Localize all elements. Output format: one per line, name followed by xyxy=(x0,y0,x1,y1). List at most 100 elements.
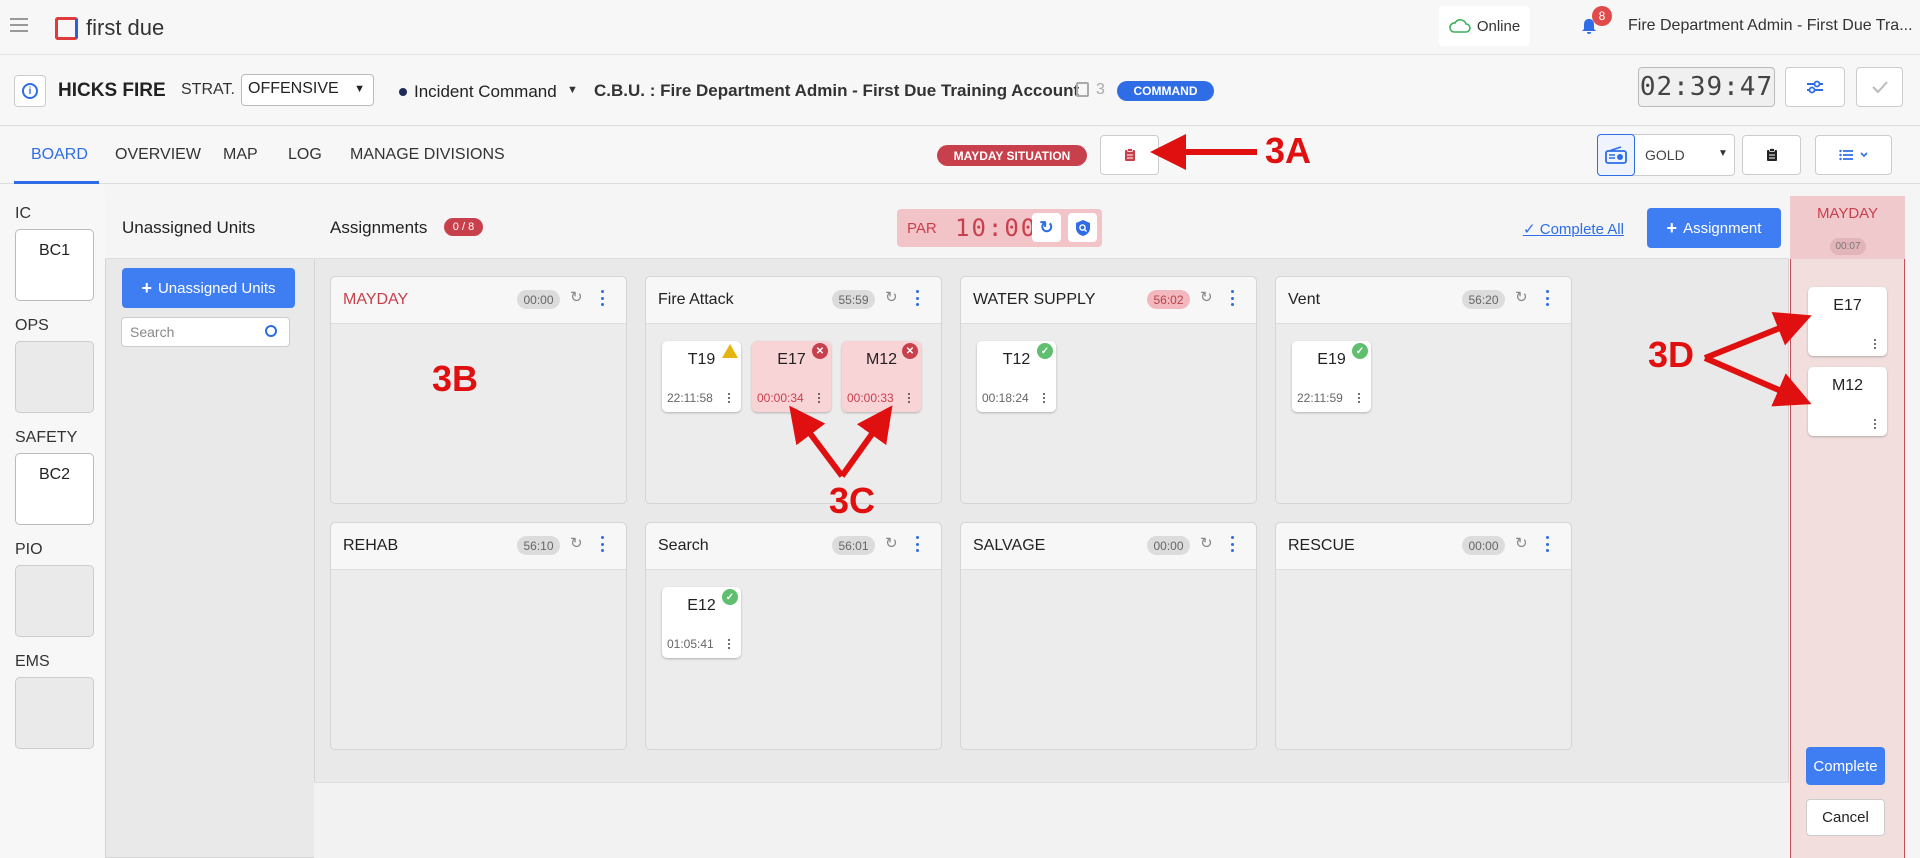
refresh-icon[interactable]: ↻ xyxy=(1515,536,1531,552)
strategy-value: OFFENSIVE xyxy=(248,80,339,97)
mayday-unit-card[interactable]: M12 xyxy=(1808,367,1887,436)
caret-down-icon[interactable]: ▼ xyxy=(567,84,578,96)
kebab-menu-icon[interactable] xyxy=(728,393,731,403)
add-unassigned-units-label: Unassigned Units xyxy=(157,279,276,297)
radio-button[interactable] xyxy=(1597,134,1635,176)
incident-info-button[interactable]: i xyxy=(14,75,46,107)
kebab-menu-icon[interactable] xyxy=(599,290,605,306)
info-icon: i xyxy=(22,83,38,99)
assignment-column[interactable]: REHAB 56:10 ↻ xyxy=(330,522,627,750)
par-label: PAR xyxy=(907,220,937,237)
kebab-menu-icon[interactable] xyxy=(1229,290,1235,306)
sliders-icon xyxy=(1807,80,1823,94)
confirm-button[interactable] xyxy=(1856,67,1903,107)
online-label: Online xyxy=(1476,17,1521,35)
par-settings-button[interactable] xyxy=(1068,213,1097,242)
mayday-cancel-button[interactable]: Cancel xyxy=(1806,799,1885,836)
unit-card[interactable]: T19 22:11:58 xyxy=(662,341,741,412)
add-unassigned-units-button[interactable]: + Unassigned Units xyxy=(122,268,295,308)
notification-badge: 8 xyxy=(1592,6,1612,26)
assignment-column[interactable]: Vent 56:20 ↻ E19 ✓ 22:11:59 xyxy=(1275,276,1572,504)
unit-elapsed-time: 22:11:59 xyxy=(1297,391,1343,405)
assignment-column[interactable]: WATER SUPPLY 56:02 ↻ T12 ✓ 00:18:24 xyxy=(960,276,1257,504)
assignment-column[interactable]: Fire Attack 55:59 ↻ T19 22:11:58 E17 ✕ 00:00:34… xyxy=(645,276,942,504)
position-slot-safety[interactable]: BC2 xyxy=(15,453,94,525)
unit-name: E17 xyxy=(1833,297,1862,314)
unit-elapsed-time: 01:05:41 xyxy=(667,637,714,651)
refresh-icon[interactable]: ↻ xyxy=(885,536,901,552)
column-name: RESCUE xyxy=(1288,537,1355,554)
logo[interactable]: first due xyxy=(55,15,164,41)
assignment-column[interactable]: Search 56:01 ↻ E12 ✓ 01:05:41 xyxy=(645,522,942,750)
tab-overview[interactable]: OVERVIEW xyxy=(115,146,201,164)
kebab-menu-icon[interactable] xyxy=(728,639,731,649)
kebab-menu-icon[interactable] xyxy=(1229,536,1235,552)
refresh-icon[interactable]: ↻ xyxy=(570,536,586,552)
add-assignment-button[interactable]: + Assignment xyxy=(1647,208,1781,248)
column-timer: 55:59 xyxy=(832,290,875,309)
menu-icon[interactable] xyxy=(10,18,28,32)
annotation-3b: 3B xyxy=(432,358,479,399)
complete-all-link[interactable]: ✓ Complete All xyxy=(1523,220,1624,238)
refresh-icon[interactable]: ↻ xyxy=(1200,290,1216,306)
checklist-button[interactable] xyxy=(1742,135,1801,175)
unit-card[interactable]: E19 ✓ 22:11:59 xyxy=(1292,341,1371,412)
refresh-icon[interactable]: ↻ xyxy=(885,290,901,306)
refresh-icon[interactable]: ↻ xyxy=(1200,536,1216,552)
assignment-column[interactable]: SALVAGE 00:00 ↻ xyxy=(960,522,1257,750)
assignment-column[interactable]: RESCUE 00:00 ↻ xyxy=(1275,522,1572,750)
column-name: Vent xyxy=(1288,291,1321,308)
cloud-icon xyxy=(1448,19,1471,33)
assignment-column[interactable]: MAYDAY 00:00 ↻ xyxy=(330,276,627,504)
tab-map[interactable]: MAP xyxy=(223,146,258,164)
plus-icon: + xyxy=(1666,217,1678,238)
list-view-menu-button[interactable] xyxy=(1815,135,1892,175)
kebab-menu-icon[interactable] xyxy=(1874,339,1877,349)
shield-search-icon xyxy=(1075,219,1090,236)
active-tab-indicator xyxy=(14,181,99,184)
clipboard-icon xyxy=(1766,148,1777,161)
column-timer: 56:01 xyxy=(832,536,875,555)
strategy-select[interactable]: OFFENSIVE ▼ xyxy=(241,74,374,106)
position-slot-pio[interactable] xyxy=(15,565,94,637)
mayday-complete-button[interactable]: Complete xyxy=(1806,747,1885,785)
search-icon[interactable] xyxy=(265,325,277,337)
kebab-menu-icon[interactable] xyxy=(914,536,920,552)
kebab-menu-icon[interactable] xyxy=(1544,290,1550,306)
kebab-menu-icon[interactable] xyxy=(599,536,605,552)
unit-card[interactable]: T12 ✓ 00:18:24 xyxy=(977,341,1056,412)
par-reset-button[interactable]: ↻ xyxy=(1032,213,1061,242)
kebab-menu-icon[interactable] xyxy=(1874,419,1877,429)
status-dot xyxy=(399,88,407,96)
unit-card[interactable]: M12 ✕ 00:00:33 xyxy=(842,341,921,412)
unit-card[interactable]: E12 ✓ 01:05:41 xyxy=(662,587,741,658)
column-name: WATER SUPPLY xyxy=(973,291,1096,308)
par-time: 10:00 xyxy=(955,214,1038,242)
unit-card[interactable]: E17 ✕ 00:00:34 xyxy=(752,341,831,412)
incident-clock: 02:39:47 xyxy=(1638,67,1775,107)
app-name: first due xyxy=(86,15,165,40)
kebab-menu-icon[interactable] xyxy=(1358,393,1361,403)
kebab-menu-icon[interactable] xyxy=(1043,393,1046,403)
x-circle-icon: ✕ xyxy=(902,343,918,359)
assignments-count-badge: 0 / 8 xyxy=(444,218,483,236)
position-slot-ic[interactable]: BC1 xyxy=(15,229,94,301)
position-label-ic: IC xyxy=(15,205,31,222)
command-role-dropdown[interactable]: Incident Command xyxy=(414,82,557,102)
kebab-menu-icon[interactable] xyxy=(914,290,920,306)
kebab-menu-icon[interactable] xyxy=(1544,536,1550,552)
tab-log[interactable]: LOG xyxy=(288,146,322,164)
mayday-checklist-button[interactable] xyxy=(1100,135,1159,175)
refresh-icon[interactable]: ↻ xyxy=(1515,290,1531,306)
tab-manage-divisions[interactable]: MANAGE DIVISIONS xyxy=(350,146,505,164)
settings-sliders-button[interactable] xyxy=(1785,67,1845,107)
refresh-icon[interactable]: ↻ xyxy=(570,290,586,306)
kebab-menu-icon[interactable] xyxy=(818,393,821,403)
mayday-unit-card[interactable]: E17 xyxy=(1808,287,1887,356)
mayday-situation-badge[interactable]: MAYDAY SITUATION xyxy=(937,145,1087,166)
account-name[interactable]: Fire Department Admin - First Due Tra... xyxy=(1628,17,1913,35)
position-slot-ems[interactable] xyxy=(15,677,94,749)
kebab-menu-icon[interactable] xyxy=(908,393,911,403)
tab-board[interactable]: BOARD xyxy=(31,146,88,164)
position-slot-ops[interactable] xyxy=(15,341,94,413)
